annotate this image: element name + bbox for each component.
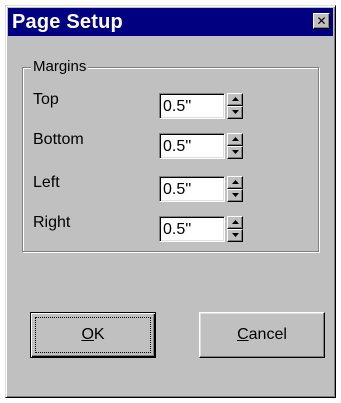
margins-group-label: Margins bbox=[31, 58, 89, 76]
top-margin-field[interactable]: 0.5'' bbox=[159, 93, 225, 119]
top-margin-decrement-button[interactable] bbox=[227, 106, 243, 119]
close-icon: ✕ bbox=[316, 14, 327, 28]
bottom-margin-value: 0.5'' bbox=[163, 138, 192, 155]
bottom-margin-increment-button[interactable] bbox=[227, 133, 243, 146]
right-margin-decrement-button[interactable] bbox=[227, 229, 243, 242]
right-margin-spinner bbox=[227, 216, 243, 242]
bottom-margin-decrement-button[interactable] bbox=[227, 146, 243, 159]
bottom-label: Bottom bbox=[33, 131, 84, 148]
top-label: Top bbox=[33, 91, 59, 108]
ok-label-rest: K bbox=[93, 326, 105, 343]
arrow-up-icon bbox=[232, 137, 239, 141]
top-margin-value: 0.5'' bbox=[163, 98, 192, 115]
arrow-up-icon bbox=[232, 97, 239, 101]
cancel-label-rest: ancel bbox=[248, 326, 287, 343]
top-margin-increment-button[interactable] bbox=[227, 93, 243, 106]
cancel-button[interactable]: Cancel bbox=[199, 312, 325, 358]
dialog-title: Page Setup bbox=[12, 10, 123, 33]
margin-row-top: Top 0.5'' bbox=[23, 88, 318, 119]
margin-row-right: Right 0.5'' bbox=[23, 211, 318, 242]
ok-mnemonic: O bbox=[81, 326, 94, 343]
left-label: Left bbox=[33, 174, 60, 191]
arrow-down-icon bbox=[232, 110, 239, 114]
margin-row-bottom: Bottom 0.5'' bbox=[23, 128, 318, 159]
bottom-margin-spinner bbox=[227, 133, 243, 159]
left-margin-decrement-button[interactable] bbox=[227, 189, 243, 202]
margins-group: Margins Top 0.5'' Bottom 0.5'' Left 0.5'… bbox=[22, 58, 319, 252]
bottom-margin-field[interactable]: 0.5'' bbox=[159, 133, 225, 159]
top-margin-spinner bbox=[227, 93, 243, 119]
title-bar[interactable]: Page Setup ✕ bbox=[8, 8, 333, 36]
arrow-down-icon bbox=[232, 193, 239, 197]
left-margin-spinner bbox=[227, 176, 243, 202]
cancel-button-label: Cancel bbox=[237, 326, 287, 344]
left-margin-increment-button[interactable] bbox=[227, 176, 243, 189]
page-setup-dialog: Page Setup ✕ Margins Top 0.5'' Bottom 0.… bbox=[5, 5, 336, 398]
arrow-up-icon bbox=[232, 180, 239, 184]
arrow-up-icon bbox=[232, 220, 239, 224]
right-margin-field[interactable]: 0.5'' bbox=[159, 216, 225, 242]
ok-button-label: OK bbox=[81, 326, 104, 344]
left-margin-value: 0.5'' bbox=[163, 181, 192, 198]
right-label: Right bbox=[33, 214, 71, 231]
right-margin-increment-button[interactable] bbox=[227, 216, 243, 229]
arrow-down-icon bbox=[232, 150, 239, 154]
arrow-down-icon bbox=[232, 233, 239, 237]
ok-button[interactable]: OK bbox=[30, 312, 156, 358]
margin-row-left: Left 0.5'' bbox=[23, 171, 318, 202]
right-margin-value: 0.5'' bbox=[163, 221, 192, 238]
cancel-mnemonic: C bbox=[237, 326, 249, 343]
close-button[interactable]: ✕ bbox=[313, 13, 330, 29]
left-margin-field[interactable]: 0.5'' bbox=[159, 176, 225, 202]
